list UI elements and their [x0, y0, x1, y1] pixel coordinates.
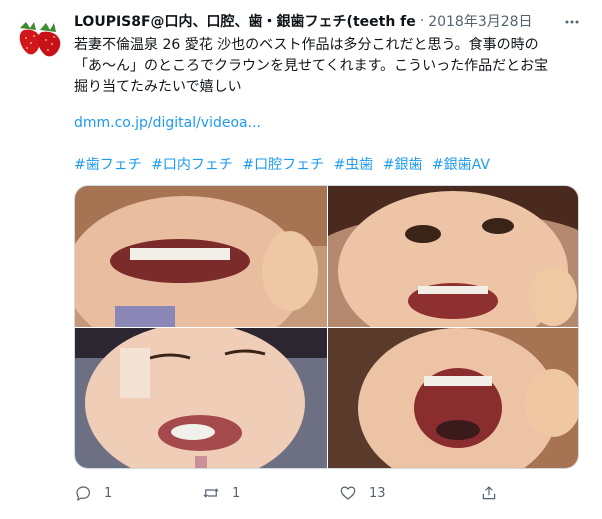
hashtag[interactable]: #口腔フェチ — [242, 157, 324, 173]
hashtags: #歯フェチ #口内フェチ #口腔フェチ #虫歯 #銀歯 #銀歯AV — [74, 154, 495, 174]
retweet-button[interactable]: 1 — [202, 482, 240, 504]
share-icon — [482, 486, 496, 500]
like-count: 13 — [369, 485, 386, 501]
hashtag[interactable]: #口内フェチ — [151, 157, 233, 173]
like-button[interactable]: 13 — [339, 482, 386, 504]
retweet-icon — [203, 488, 219, 498]
retweet-count: 1 — [232, 485, 241, 501]
heart-icon — [340, 486, 356, 500]
author-name[interactable]: LOUPIS8F@口内、口腔、歯・銀歯フェチ(teeth fe — [74, 11, 416, 31]
more-options-icon[interactable] — [564, 14, 580, 30]
media-photo-4[interactable] — [328, 328, 578, 468]
strawberry-icon — [19, 22, 61, 57]
reply-count: 1 — [104, 485, 113, 501]
tweet-link[interactable]: dmm.co.jp/digital/videoa... — [74, 115, 261, 131]
media-photo-3[interactable] — [75, 328, 327, 468]
tweet-date[interactable]: 2018年3月28日 — [428, 11, 532, 31]
reply-icon — [76, 486, 90, 501]
media-photo-2[interactable] — [328, 186, 578, 327]
tweet: LOUPIS8F@口内、口腔、歯・銀歯フェチ(teeth fe · 2018年3… — [0, 0, 602, 519]
share-button[interactable] — [480, 482, 510, 504]
tweet-text-line: 若妻不倫温泉 26 愛花 沙也のベスト作品は多分これだと思う。食事の時の — [74, 37, 539, 53]
tweet-text: 若妻不倫温泉 26 愛花 沙也のベスト作品は多分これだと思う。食事の時の 「あ〜… — [74, 35, 594, 98]
hashtag[interactable]: #銀歯 — [383, 157, 423, 173]
hashtag[interactable]: #歯フェチ — [74, 157, 142, 173]
tweet-header: LOUPIS8F@口内、口腔、歯・銀歯フェチ(teeth fe · 2018年3… — [74, 11, 592, 31]
hashtag[interactable]: #虫歯 — [334, 157, 374, 173]
tweet-actions: 1 1 13 — [74, 482, 514, 504]
hashtag[interactable]: #銀歯AV — [432, 157, 490, 173]
media-photo-1[interactable] — [75, 186, 327, 327]
header-separator: · — [419, 13, 425, 29]
tweet-text-line: 「あ〜ん」のところでクラウンを見せてくれます。こういった作品だとお宝 — [74, 58, 549, 74]
media-grid — [74, 185, 579, 469]
avatar[interactable] — [14, 8, 66, 60]
tweet-text-line: 掘り当てたみたいで嬉しい — [74, 79, 242, 95]
reply-button[interactable]: 1 — [74, 482, 112, 504]
